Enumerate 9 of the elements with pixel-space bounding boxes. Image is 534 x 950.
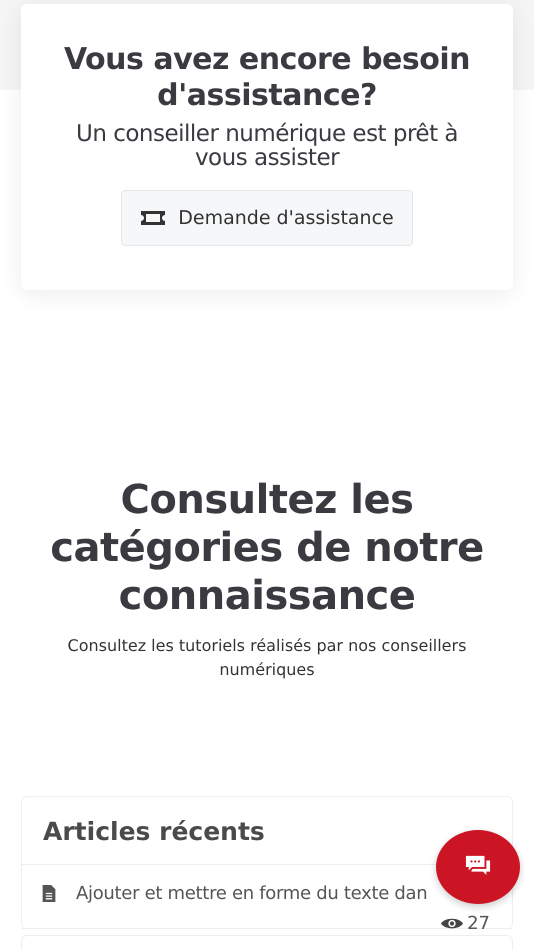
categories-subtitle: Consultez les tutoriels réalisés par nos conseillers numériques [66,635,468,681]
view-count: 27 [467,913,490,934]
article-link[interactable]: Ajouter et mettre en forme du texte dan [76,883,428,904]
assistance-request-button[interactable]: Demande d'assistance [121,190,413,246]
assistance-subtitle: Un conseiller numérique est prêt à vous assister [74,122,460,170]
categories-heading: Consultez les catégories de notre connaissance [49,476,485,620]
document-icon [42,885,56,902]
ticket-icon [140,211,166,225]
assistance-title: Vous avez encore besoin d'assistance? [62,42,471,114]
